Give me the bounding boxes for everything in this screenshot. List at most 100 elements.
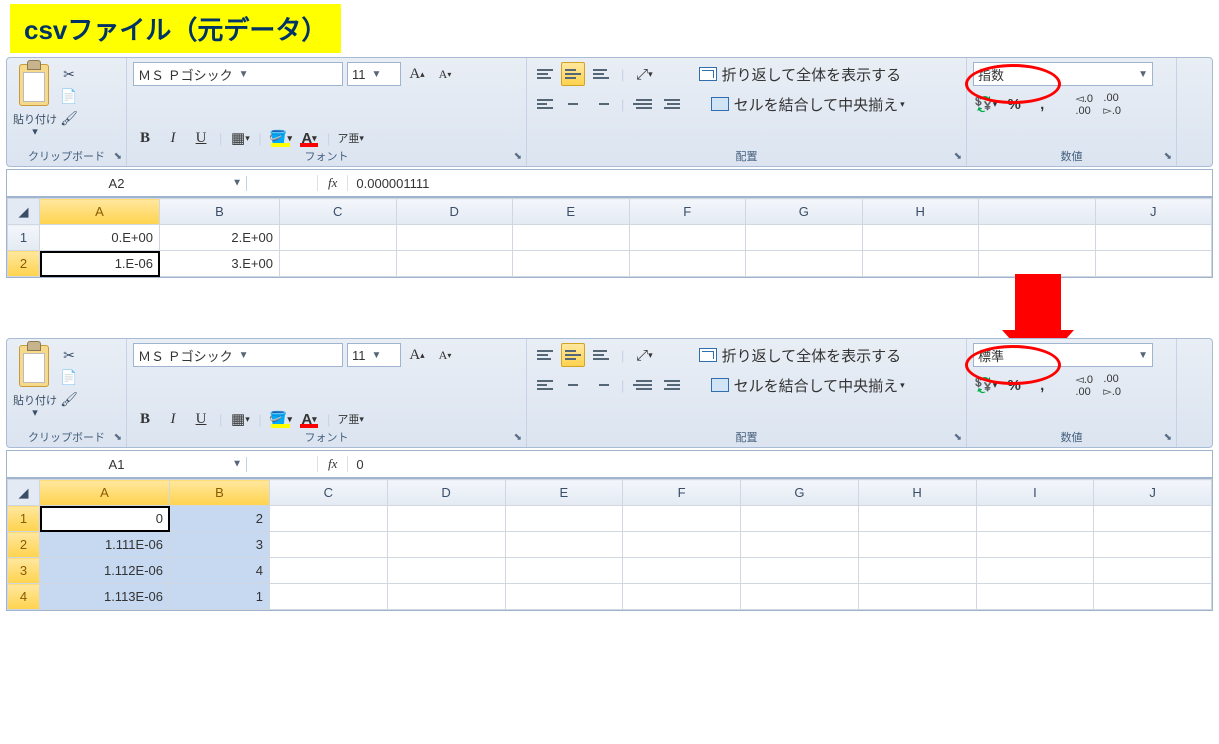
row-header[interactable]: 3 (8, 558, 40, 584)
name-box[interactable]: A1▼ (7, 457, 247, 472)
decrease-indent-button[interactable] (632, 92, 656, 116)
increase-decimal-button[interactable]: ◅.0.00 (1072, 92, 1096, 116)
orientation-button[interactable]: ⤢▾ (632, 62, 656, 86)
align-middle-button[interactable] (561, 343, 585, 367)
row-header[interactable]: 1 (8, 225, 40, 251)
bold-button[interactable]: B (133, 126, 157, 150)
select-all-button[interactable]: ◢ (8, 199, 40, 225)
cell[interactable]: 1.112E-06 (40, 558, 170, 584)
orientation-button[interactable]: ⤢▾ (632, 343, 656, 367)
col-header[interactable]: E (513, 199, 630, 225)
accounting-format-button[interactable]: 💱▾ (973, 92, 998, 116)
dialog-launcher-icon[interactable]: ⬊ (954, 432, 962, 443)
comma-button[interactable]: , (1030, 92, 1054, 116)
cell[interactable]: 1.113E-06 (40, 584, 170, 610)
border-button[interactable]: ▦▾ (228, 407, 252, 431)
font-size-combo[interactable]: 11▼ (347, 343, 401, 367)
increase-indent-button[interactable] (660, 373, 684, 397)
format-painter-icon[interactable]: 🖌 (59, 108, 79, 128)
name-box[interactable]: A2▼ (7, 176, 247, 191)
cell[interactable]: 4 (170, 558, 270, 584)
decrease-decimal-button[interactable]: .00▻.0 (1100, 373, 1124, 397)
cut-icon[interactable]: ✂ (59, 64, 79, 84)
grid-top[interactable]: ◢ A B C D E F G H J 1 0.E+00 2.E+00 2 1.… (6, 197, 1213, 278)
increase-font-icon[interactable]: A▴ (405, 62, 429, 86)
fill-color-button[interactable]: 🪣▾ (268, 126, 293, 150)
col-header[interactable]: C (280, 199, 397, 225)
copy-icon[interactable]: 📄 (59, 367, 79, 387)
grid-bottom[interactable]: ◢ A B C D E F G H I J 1 0 2 2 1.111E-06 … (6, 478, 1213, 611)
paste-button[interactable]: 貼り付け▾ (13, 114, 57, 138)
row-header[interactable]: 1 (8, 506, 40, 532)
decrease-indent-button[interactable] (632, 373, 656, 397)
paste-button[interactable]: 貼り付け▾ (13, 395, 57, 419)
italic-button[interactable]: I (161, 407, 185, 431)
formula-input[interactable]: 0.000001111 (348, 176, 1212, 191)
decrease-decimal-button[interactable]: .00▻.0 (1100, 92, 1124, 116)
font-name-combo[interactable]: ＭＳ Ｐゴシック▼ (133, 343, 343, 367)
col-header[interactable]: G (746, 199, 863, 225)
col-header[interactable]: F (623, 480, 741, 506)
align-center-button[interactable] (561, 92, 585, 116)
cell[interactable]: 3 (170, 532, 270, 558)
italic-button[interactable]: I (161, 126, 185, 150)
underline-button[interactable]: U (189, 407, 213, 431)
col-header[interactable]: F (629, 199, 746, 225)
cell[interactable]: 1.111E-06 (40, 532, 170, 558)
accounting-format-button[interactable]: 💱▾ (973, 373, 998, 397)
cell-active[interactable]: 0 (40, 506, 170, 532)
decrease-font-icon[interactable]: A▾ (433, 62, 457, 86)
row-header[interactable]: 2 (8, 532, 40, 558)
row-header[interactable]: 2 (8, 251, 40, 277)
align-right-button[interactable] (589, 373, 613, 397)
copy-icon[interactable]: 📄 (59, 86, 79, 106)
align-top-button[interactable] (533, 343, 557, 367)
comma-button[interactable]: , (1030, 373, 1054, 397)
merge-center-button[interactable]: セルを結合して中央揃え▾ (706, 92, 909, 116)
align-left-button[interactable] (533, 373, 557, 397)
col-header[interactable]: B (170, 480, 270, 506)
increase-decimal-button[interactable]: ◅.0.00 (1072, 373, 1096, 397)
dialog-launcher-icon[interactable]: ⬊ (114, 432, 122, 443)
decrease-font-icon[interactable]: A▾ (433, 343, 457, 367)
cut-icon[interactable]: ✂ (59, 345, 79, 365)
font-name-combo[interactable]: ＭＳ Ｐゴシック▼ (133, 62, 343, 86)
align-top-button[interactable] (533, 62, 557, 86)
fx-button[interactable]: fx (317, 456, 348, 472)
dialog-launcher-icon[interactable]: ⬊ (1164, 432, 1172, 443)
increase-indent-button[interactable] (660, 92, 684, 116)
paste-icon[interactable] (13, 345, 57, 395)
fill-color-button[interactable]: 🪣▾ (268, 407, 293, 431)
fx-button[interactable]: fx (317, 175, 348, 191)
format-painter-icon[interactable]: 🖌 (59, 389, 79, 409)
font-color-button[interactable]: A▾ (297, 126, 321, 150)
cell[interactable]: 2.E+00 (160, 225, 280, 251)
cell[interactable]: 1 (170, 584, 270, 610)
font-size-combo[interactable]: 11▼ (347, 62, 401, 86)
number-format-combo[interactable]: 標準▼ (973, 343, 1153, 367)
formula-input[interactable]: 0 (348, 457, 1212, 472)
col-header[interactable]: D (387, 480, 505, 506)
number-format-combo[interactable]: 指数▼ (973, 62, 1153, 86)
paste-icon[interactable] (13, 64, 57, 114)
wrap-text-button[interactable]: 折り返して全体を表示する (694, 62, 906, 86)
dialog-launcher-icon[interactable]: ⬊ (114, 151, 122, 162)
align-bottom-button[interactable] (589, 62, 613, 86)
phonetic-button[interactable]: ア亜▾ (336, 126, 365, 150)
cell[interactable]: 0.E+00 (40, 225, 160, 251)
col-header[interactable]: J (1094, 480, 1212, 506)
merge-center-button[interactable]: セルを結合して中央揃え▾ (706, 373, 909, 397)
col-header[interactable]: B (160, 199, 280, 225)
select-all-button[interactable]: ◢ (8, 480, 40, 506)
align-center-button[interactable] (561, 373, 585, 397)
underline-button[interactable]: U (189, 126, 213, 150)
row-header[interactable]: 4 (8, 584, 40, 610)
percent-button[interactable]: % (1002, 373, 1026, 397)
cell[interactable]: 3.E+00 (160, 251, 280, 277)
dialog-launcher-icon[interactable]: ⬊ (514, 151, 522, 162)
col-header[interactable]: A (40, 199, 160, 225)
col-header[interactable]: H (858, 480, 976, 506)
dialog-launcher-icon[interactable]: ⬊ (1164, 151, 1172, 162)
font-color-button[interactable]: A▾ (297, 407, 321, 431)
cell[interactable]: 2 (170, 506, 270, 532)
